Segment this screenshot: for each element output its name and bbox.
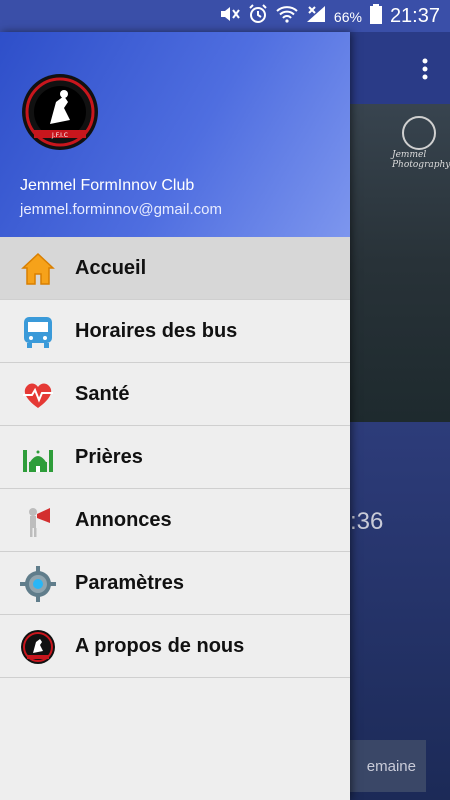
menu-item-sante[interactable]: Santé — [0, 363, 350, 426]
background-toolbar — [350, 32, 450, 104]
background-content: :36 emaine — [350, 422, 450, 800]
menu-item-horaires-bus[interactable]: Horaires des bus — [0, 300, 350, 363]
menu-item-annonces[interactable]: Annonces — [0, 489, 350, 552]
navigation-drawer: J.F.I.C Jemmel FormInnov Club jemmel.for… — [0, 32, 350, 800]
photo-caption-line2: Photography — [392, 160, 450, 170]
gear-icon — [20, 566, 56, 602]
battery-percent: 66% — [333, 8, 362, 25]
menu-item-prieres[interactable]: Prières — [0, 426, 350, 489]
menu-item-label: Accueil — [75, 257, 147, 279]
mute-icon — [218, 5, 240, 28]
background-app: Jemmel Photography :36 emaine — [350, 32, 450, 800]
bus-icon — [20, 314, 56, 350]
menu-item-label: Annonces — [75, 509, 172, 531]
menu-item-label: Horaires des bus — [75, 320, 238, 342]
menu-item-label: Santé — [75, 383, 130, 405]
club-name: Jemmel FormInnov Club — [20, 177, 195, 194]
menu-item-label: Prières — [75, 446, 143, 468]
mosque-icon — [20, 440, 56, 476]
background-week-button[interactable]: emaine — [350, 740, 426, 792]
battery-icon — [369, 4, 382, 29]
photo-caption-line1: Jemmel — [392, 150, 427, 160]
background-time: :36 — [350, 508, 384, 535]
overflow-menu-icon[interactable] — [422, 58, 428, 80]
menu-item-a-propos[interactable]: A propos de nous — [0, 615, 350, 678]
wifi-icon — [276, 5, 298, 28]
signal-icon — [306, 5, 326, 28]
menu-item-label: A propos de nous — [75, 635, 245, 657]
megaphone-icon — [20, 503, 56, 539]
status-icons: 66% 21:37 — [218, 4, 440, 29]
photo-caption: Jemmel Photography — [392, 150, 450, 170]
status-bar: 66% 21:37 — [0, 0, 450, 32]
drawer-header: J.F.I.C Jemmel FormInnov Club jemmel.for… — [0, 32, 350, 237]
club-email: jemmel.forminnov@gmail.com — [20, 201, 222, 218]
alarm-icon — [248, 4, 268, 29]
menu-item-accueil[interactable]: Accueil — [0, 237, 350, 300]
club-logo-icon — [20, 629, 56, 665]
clock: 21:37 — [389, 5, 440, 27]
svg-text:J.F.I.C: J.F.I.C — [51, 132, 68, 139]
menu-item-parametres[interactable]: Paramètres — [0, 552, 350, 615]
home-icon — [20, 251, 56, 287]
camera-logo-icon — [402, 116, 436, 150]
heart-icon — [20, 377, 56, 413]
background-photo: Jemmel Photography — [350, 104, 450, 422]
menu-item-label: Paramètres — [75, 572, 184, 594]
club-logo-icon: J.F.I.C — [20, 72, 100, 152]
drawer-menu: Accueil Horaires des bus Santé Prières A — [0, 237, 350, 678]
